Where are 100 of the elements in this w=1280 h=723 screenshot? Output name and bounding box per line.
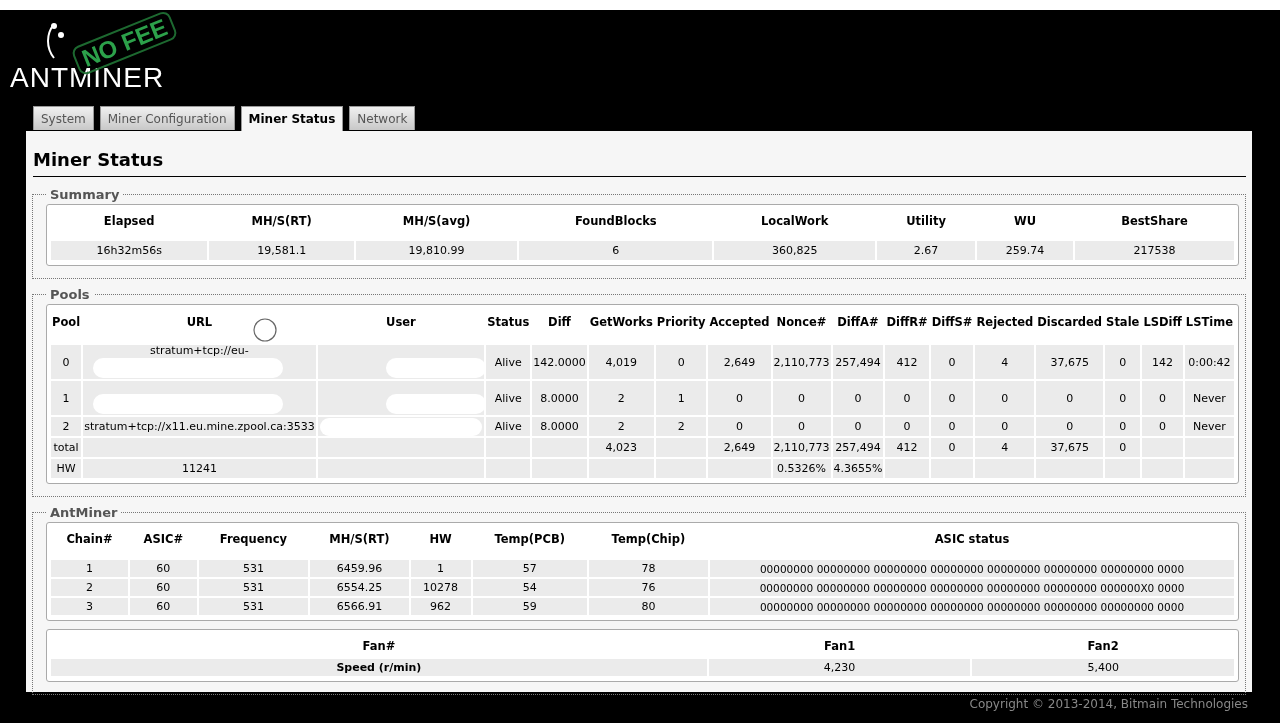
- column-header: Stale: [1106, 315, 1140, 329]
- cell-text: 4,023: [605, 441, 638, 454]
- cell-text: 4.3655%: [833, 462, 883, 475]
- table-cell: 00000000 00000000 00000000 00000000 00000000 00000000 000000X0 0000: [710, 579, 1234, 596]
- column-header: GetWorks: [589, 315, 653, 329]
- page-title: Miner Status: [33, 149, 1246, 177]
- cell-text: 1: [677, 391, 685, 405]
- cell-text: Alive: [494, 355, 522, 369]
- cell-text: 0: [62, 355, 70, 369]
- cell-text: Alive: [494, 420, 522, 433]
- cell-text: 8.0000: [540, 391, 579, 405]
- column-header: MH/S(RT): [328, 531, 391, 548]
- tab[interactable]: Miner Configuration: [99, 106, 235, 130]
- column-header: LSDiff: [1143, 315, 1182, 329]
- column-header: Discarded: [1037, 315, 1103, 329]
- column-header: DiffS#: [931, 315, 973, 329]
- table-cell: 57: [472, 560, 587, 577]
- column-header: Temp(PCB): [493, 531, 566, 548]
- column-header: WU: [1013, 213, 1038, 230]
- column-header: Pool: [52, 315, 81, 329]
- cell-text: 2,649: [723, 355, 756, 369]
- cell-text: 0: [903, 420, 911, 433]
- cell-text: 8.0000: [540, 420, 579, 433]
- column-header: Fan1: [823, 638, 857, 655]
- cell-text: HW: [56, 462, 76, 475]
- column-header: LSTime: [1185, 315, 1233, 329]
- table-cell: 2.67: [876, 241, 976, 260]
- table-cell: 217538: [1074, 241, 1234, 260]
- cell-text: 0: [1001, 420, 1009, 433]
- table-cell: 59: [472, 598, 587, 615]
- cell-text: 0: [1159, 420, 1167, 433]
- table-cell: 19,810.99: [356, 241, 518, 260]
- cell-text: 2: [677, 420, 685, 433]
- cell-text: 0: [798, 420, 805, 433]
- column-header: DiffA#: [837, 315, 879, 329]
- table-cell: 10278: [410, 579, 471, 596]
- column-header: User: [386, 315, 416, 329]
- column-header: Accepted: [709, 315, 770, 329]
- cell-text: stratum+tcp://x11.eu.mine.zpool.ca:3533: [84, 420, 315, 433]
- table-cell: 962: [410, 598, 471, 615]
- table-cell: 2: [51, 579, 128, 596]
- column-header: Diff: [548, 315, 571, 329]
- cell-text: 0: [903, 391, 911, 405]
- column-header: DiffR#: [886, 315, 928, 329]
- table-cell: 78: [588, 560, 708, 577]
- cell-text: 1: [62, 391, 70, 405]
- cell-text: 11241: [181, 462, 217, 475]
- tab[interactable]: System: [33, 106, 94, 130]
- table-cell: 531: [198, 598, 309, 615]
- table-cell: 6459.96: [310, 560, 409, 577]
- cursor-icon: [252, 317, 278, 343]
- cell-text: Alive: [494, 391, 522, 405]
- column-header: URL: [186, 315, 213, 329]
- section-legend: AntMiner: [46, 505, 122, 520]
- column-header: MH/S(avg): [401, 213, 472, 230]
- cell-text: 2: [617, 420, 625, 433]
- cell-text: 37,675: [1050, 441, 1089, 454]
- column-header: Fan#: [361, 638, 397, 655]
- cell-text: 0: [1066, 391, 1074, 405]
- table-cell: 00000000 00000000 00000000 00000000 00000000 00000000 00000000 0000: [710, 598, 1234, 615]
- table-cell: 1: [410, 560, 471, 577]
- section-legend: Summary: [46, 187, 124, 202]
- table-cell: 60: [129, 598, 197, 615]
- cell-text: 0: [1159, 391, 1167, 405]
- cell-text: 0: [1001, 391, 1009, 405]
- tab[interactable]: Miner Status: [240, 106, 344, 131]
- cell-text: 0: [735, 391, 743, 405]
- cell-text: 0: [1119, 355, 1127, 369]
- column-header: BestShare: [1120, 213, 1189, 230]
- cell-text: 0: [948, 391, 956, 405]
- cell-text: 4: [1001, 441, 1009, 454]
- column-header: Status: [487, 315, 530, 329]
- cell-text: 2,649: [723, 441, 756, 454]
- table-cell: 1: [51, 560, 128, 577]
- cell-text: total: [53, 441, 79, 454]
- cell-text: 412: [896, 441, 918, 454]
- cell-text: Never: [1193, 420, 1226, 433]
- column-header: Priority: [656, 315, 706, 329]
- table-cell: 531: [198, 560, 309, 577]
- table-cell: 6554.25: [310, 579, 409, 596]
- cell-text: 4: [1001, 355, 1009, 369]
- column-header: FoundBlocks: [573, 213, 658, 230]
- cell-text: 0: [948, 420, 956, 433]
- table-cell: 60: [129, 579, 197, 596]
- column-header: Temp(Chip): [610, 531, 687, 548]
- cell-text: 0: [798, 391, 805, 405]
- section-legend: Pools: [46, 287, 94, 302]
- table-cell: 60: [129, 560, 197, 577]
- table-cell: 00000000 00000000 00000000 00000000 00000000 00000000 00000000 0000: [710, 560, 1234, 577]
- table-cell: 54: [472, 579, 587, 596]
- table-cell: 6: [519, 241, 713, 260]
- column-header: ASIC status: [933, 531, 1011, 548]
- column-header: Frequency: [218, 531, 289, 548]
- column-header: Chain#: [65, 531, 114, 548]
- cell-text: 0: [735, 420, 743, 433]
- tab[interactable]: Network: [349, 106, 416, 130]
- column-header: Utility: [905, 213, 947, 230]
- cell-text: 0: [854, 391, 862, 405]
- table-cell: 80: [588, 598, 708, 615]
- column-header: Fan2: [1086, 638, 1120, 655]
